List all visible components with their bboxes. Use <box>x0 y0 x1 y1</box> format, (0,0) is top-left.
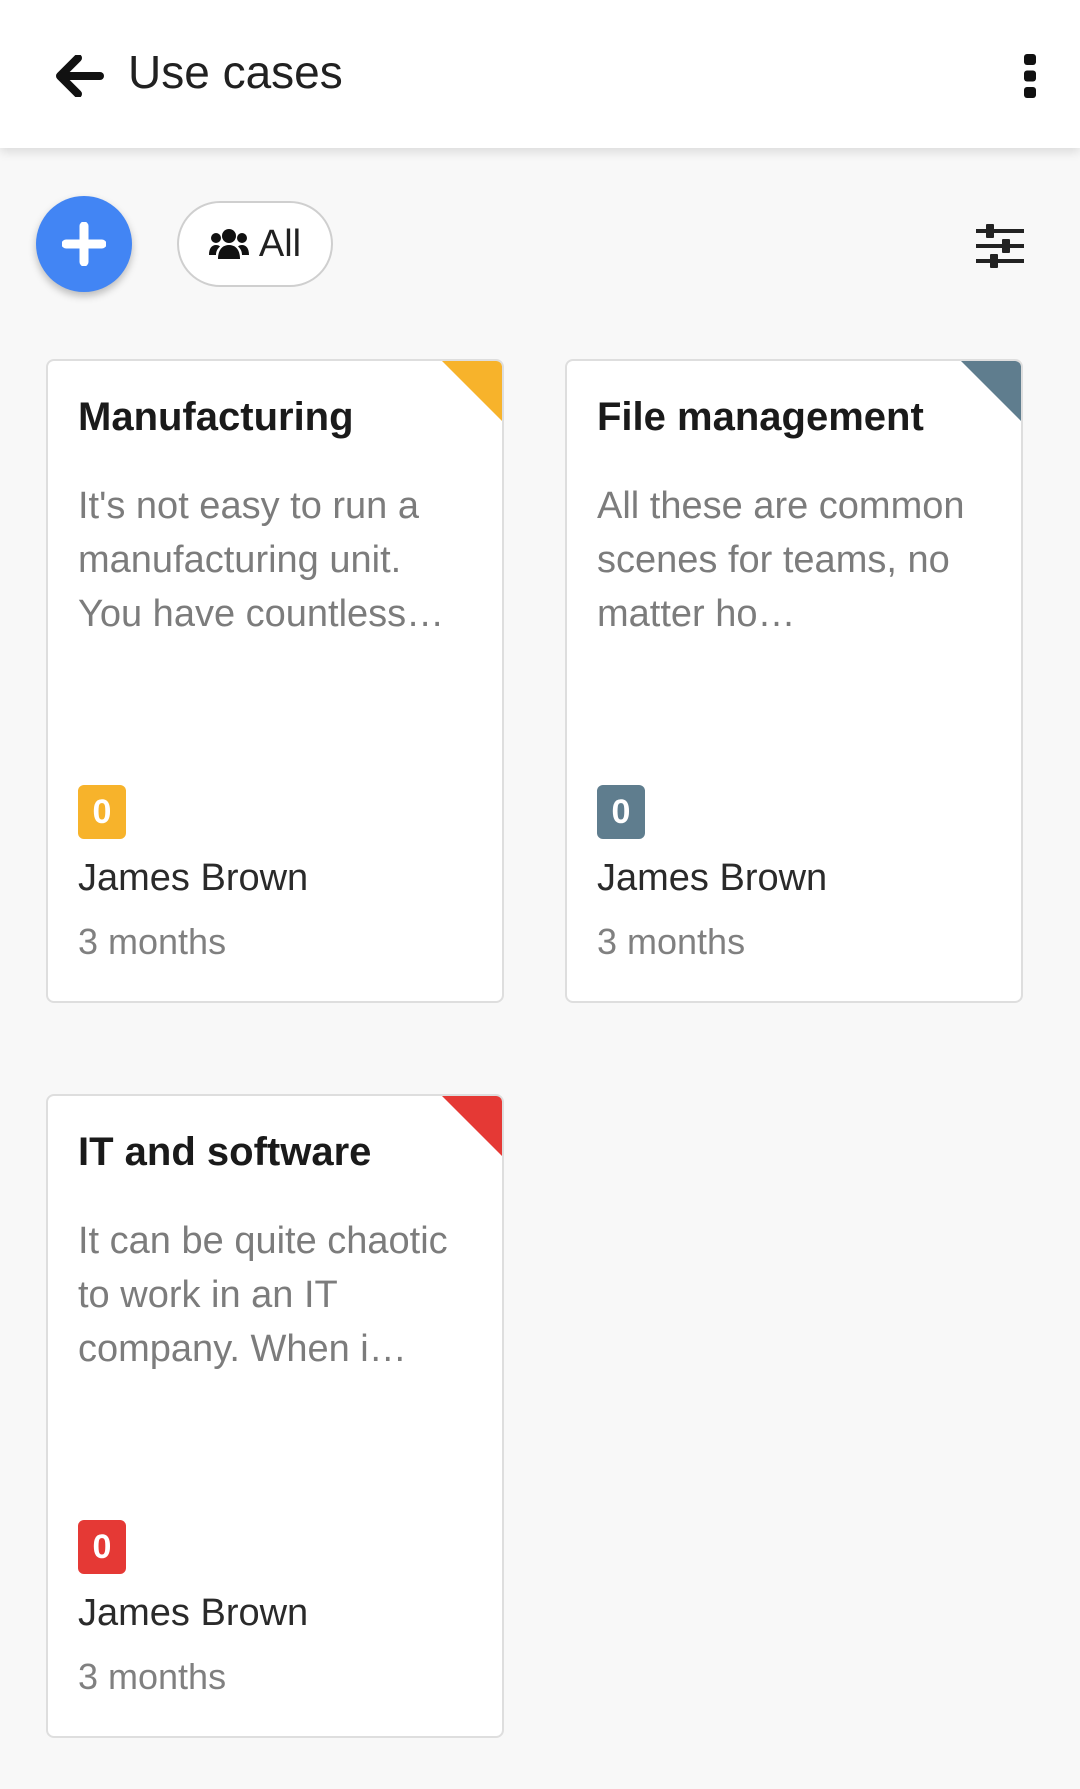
card-author: James Brown <box>597 857 828 899</box>
card-title: IT and software <box>78 1130 372 1174</box>
card-author: James Brown <box>78 1592 309 1634</box>
card-author: James Brown <box>78 857 309 899</box>
back-button[interactable] <box>44 40 116 112</box>
use-case-card-manufacturing[interactable]: Manufacturing It's not easy to run a man… <box>46 359 504 1003</box>
card-title: File management <box>597 395 924 439</box>
count-badge: 0 <box>597 785 645 839</box>
app-header: Use cases <box>0 0 1080 148</box>
card-title: Manufacturing <box>78 395 354 439</box>
add-use-case-button[interactable] <box>36 196 132 292</box>
count-badge: 0 <box>78 785 126 839</box>
card-time: 3 months <box>78 921 227 962</box>
more-options-button[interactable] <box>1002 40 1058 112</box>
card-description: All these are common scenes for teams, n… <box>597 485 965 635</box>
use-case-card-file-management[interactable]: File management All these are common sce… <box>565 359 1023 1003</box>
filter-chip-label: All <box>258 222 302 265</box>
category-color-corner <box>961 361 1021 421</box>
card-description: It can be quite chaotic to work in an IT… <box>78 1220 448 1370</box>
arrow-left-icon <box>56 55 104 97</box>
use-case-card-it-software[interactable]: IT and software It can be quite chaotic … <box>46 1094 504 1738</box>
users-group-icon <box>208 229 249 259</box>
filter-all-chip[interactable]: All <box>177 201 333 287</box>
card-time: 3 months <box>597 921 746 962</box>
plus-icon <box>62 222 106 266</box>
filter-settings-button[interactable] <box>972 218 1028 274</box>
page-title: Use cases <box>128 46 343 98</box>
app-screen: Use cases All Manufacturing It's not eas… <box>0 0 1080 1789</box>
sliders-icon <box>976 224 1024 268</box>
card-description: It's not easy to run a manufacturing uni… <box>78 485 445 635</box>
count-badge: 0 <box>78 1520 126 1574</box>
card-time: 3 months <box>78 1656 227 1697</box>
category-color-corner <box>442 361 502 421</box>
more-vertical-icon <box>1024 54 1036 98</box>
category-color-corner <box>442 1096 502 1156</box>
